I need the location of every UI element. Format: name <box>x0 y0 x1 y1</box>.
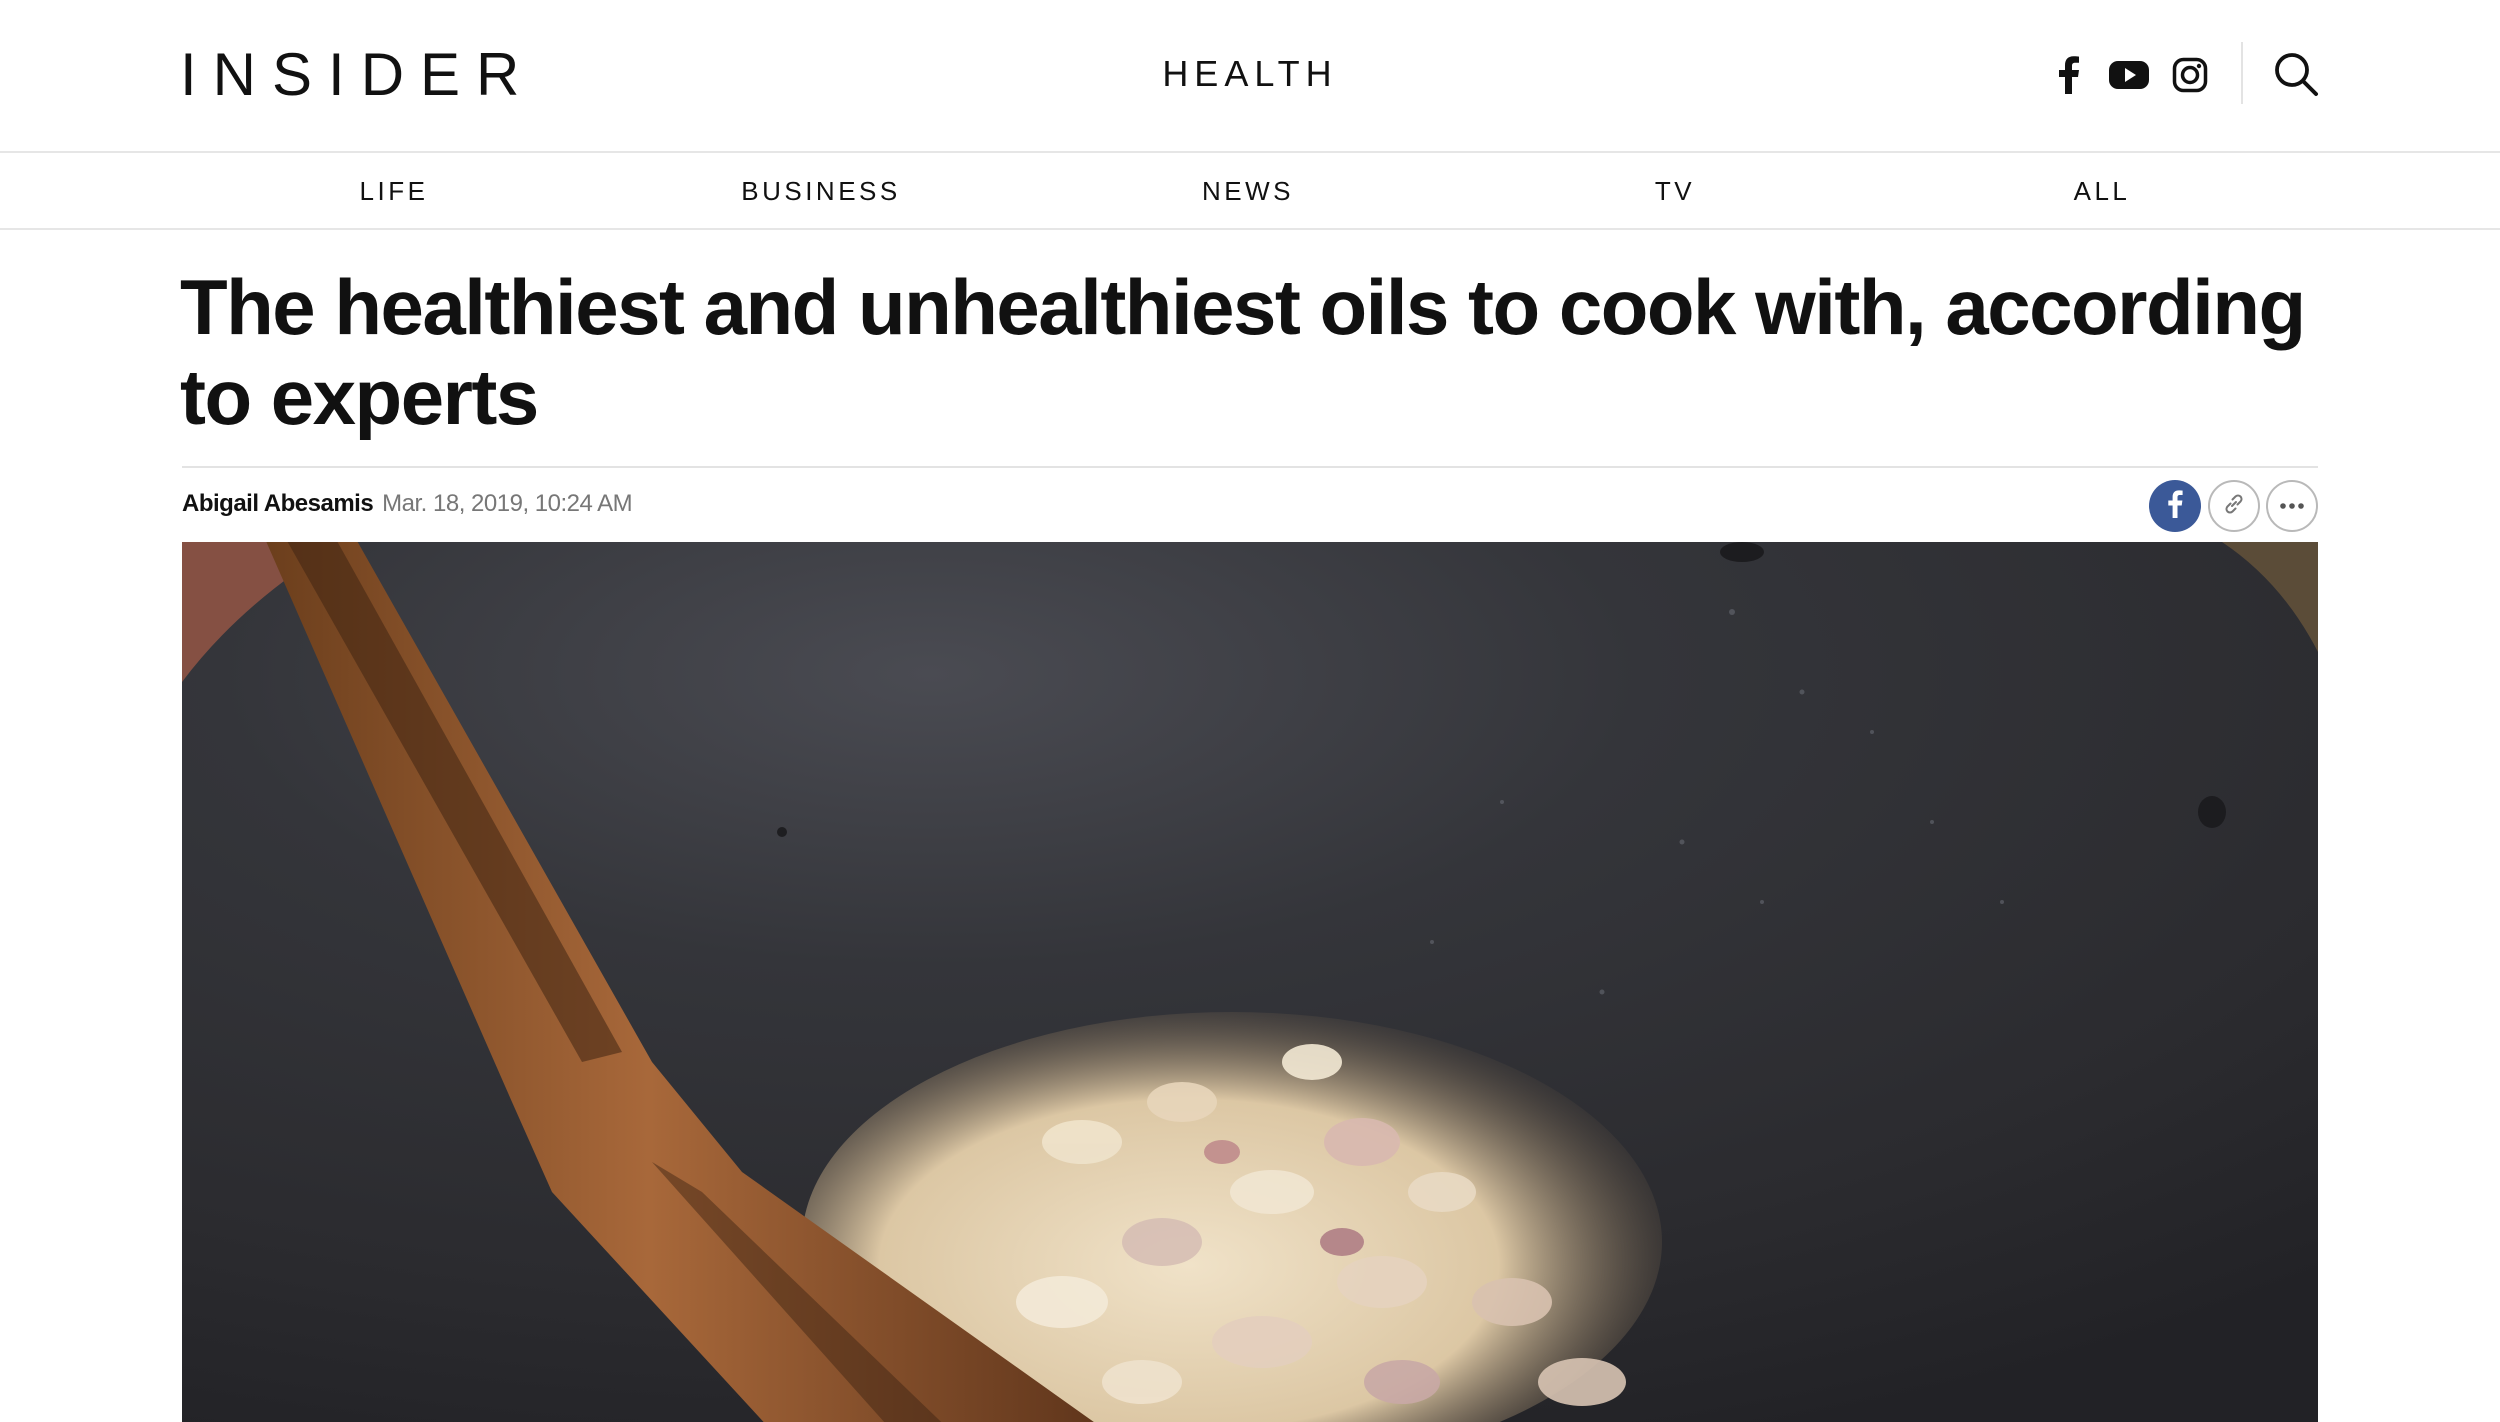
more-share-button[interactable] <box>2266 480 2318 532</box>
youtube-icon[interactable] <box>2108 50 2150 100</box>
copy-link-button[interactable] <box>2208 480 2260 532</box>
hero-image <box>182 542 2318 1422</box>
author-name[interactable]: Abigail Abesamis <box>182 490 374 518</box>
link-icon <box>2221 491 2247 522</box>
site-header: INSIDER HEALTH <box>0 0 2500 153</box>
nav-item-life[interactable]: LIFE <box>194 175 594 207</box>
facebook-share-icon <box>2167 489 2183 523</box>
main-nav: LIFE BUSINESS NEWS TV ALL <box>0 153 2500 230</box>
headline-divider <box>182 466 2318 468</box>
facebook-share-button[interactable] <box>2149 480 2201 532</box>
nav-item-all[interactable]: ALL <box>1902 175 2302 207</box>
search-icon[interactable] <box>2272 50 2320 98</box>
article-headline: The healthiest and unhealthiest oils to … <box>180 263 2306 441</box>
nav-item-tv[interactable]: TV <box>1475 175 1875 207</box>
header-divider <box>2241 42 2243 104</box>
publish-date: Mar. 18, 2019, 10:24 AM <box>382 490 633 517</box>
byline: Abigail Abesamis Mar. 18, 2019, 10:24 AM <box>182 490 633 520</box>
nav-item-news[interactable]: NEWS <box>1048 175 1448 207</box>
instagram-icon[interactable] <box>2172 50 2208 100</box>
facebook-icon[interactable] <box>2058 50 2082 100</box>
more-icon <box>2279 497 2305 515</box>
nav-item-business[interactable]: BUSINESS <box>621 175 1021 207</box>
